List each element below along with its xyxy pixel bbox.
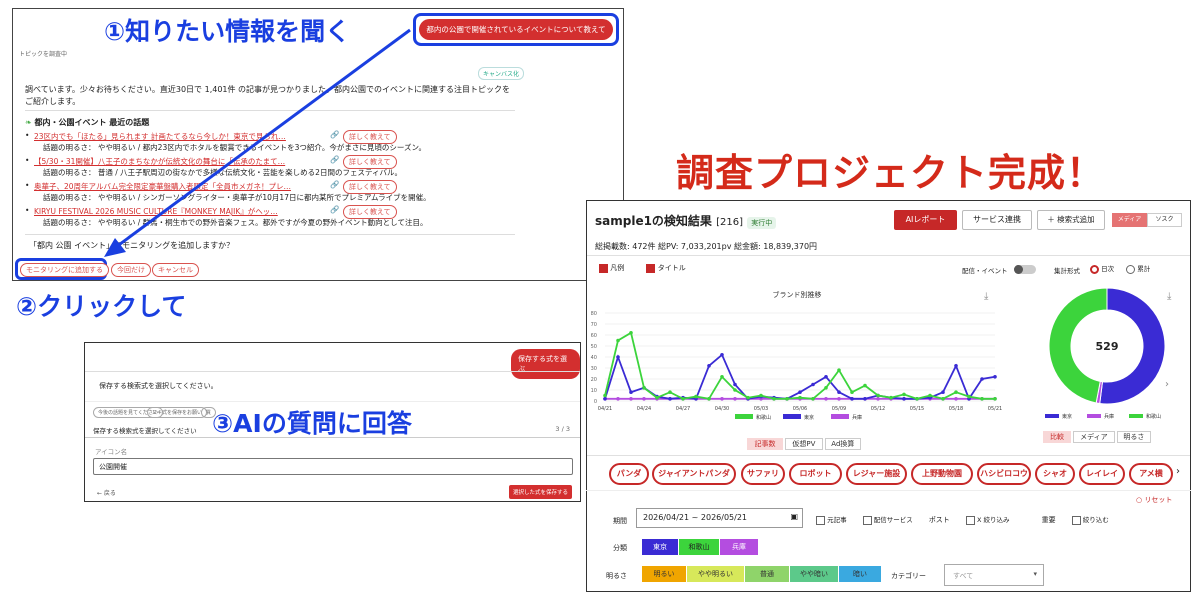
class-label: 分類 (613, 544, 627, 552)
important-narrow-label: 絞り込む (1082, 516, 1109, 524)
class-wakayama[interactable]: 和歌山 (679, 539, 719, 555)
x-narrow-label: X 絞り込み (976, 516, 1010, 524)
bright-dark[interactable]: 暗い (839, 566, 881, 582)
category-select[interactable]: すべて ▾ (944, 564, 1044, 586)
delivery-service-checkbox[interactable] (862, 515, 872, 525)
category-label: カテゴリー (891, 572, 926, 580)
choose-formula-button[interactable]: 保存する式を選ぶ (511, 349, 580, 379)
post-label: ポスト (928, 516, 950, 524)
bright-somewhat-dark[interactable]: やや暗い (790, 566, 838, 582)
dialog-prompt: 保存する検索式を選択してください。 (99, 382, 218, 390)
icon-name-input[interactable]: 公園開催 (93, 458, 573, 475)
save-selected-button[interactable]: 選択した式を保存する (509, 485, 573, 499)
dialog-question: 保存する検索式を選択してください (93, 427, 197, 435)
delivery-service-label: 配信サービス (873, 516, 913, 524)
step3-annotation: ③AIの質問に回答 (212, 409, 412, 438)
reset-label: リセット (1144, 496, 1173, 504)
dialog-chip[interactable]: スキ式を保存をお願い (147, 407, 208, 418)
reset-link[interactable]: ○ リセット (1136, 495, 1172, 505)
bright-somewhat-bright[interactable]: やや明るい (687, 566, 744, 582)
original-article-checkbox[interactable] (816, 515, 825, 525)
period-label: 期間 (613, 517, 627, 525)
back-link[interactable]: ← 戻る (97, 488, 116, 497)
period-value: 2026/04/21 ~ 2026/05/21 (643, 513, 748, 522)
bright-normal[interactable]: 普通 (745, 566, 789, 582)
step2-annotation: ②クリックして (16, 292, 187, 321)
class-hyogo[interactable]: 兵庫 (720, 539, 758, 555)
x-narrow-checkbox[interactable] (965, 515, 975, 525)
dialog-page: 3 / 3 (555, 425, 570, 433)
important-narrow-checkbox[interactable] (1071, 515, 1081, 525)
field-label: アイコン名 (95, 448, 128, 456)
chevron-down-icon: ▾ (1033, 570, 1037, 578)
class-tokyo[interactable]: 東京 (642, 539, 678, 555)
period-input[interactable]: 2026/04/21 ~ 2026/05/21 ▣ (636, 508, 803, 528)
important-label: 重要 (1041, 516, 1056, 524)
headline: 調査プロジェクト完成！ (676, 151, 1106, 195)
calendar-icon[interactable]: ▣ (790, 512, 798, 521)
step1-annotation: ①知りたい情報を聞く (102, 12, 353, 48)
bright-label: 明るさ (606, 572, 627, 580)
category-placeholder: すべて (953, 572, 974, 580)
bright-bright[interactable]: 明るい (642, 566, 686, 582)
original-article-label: 元記事 (827, 516, 847, 524)
